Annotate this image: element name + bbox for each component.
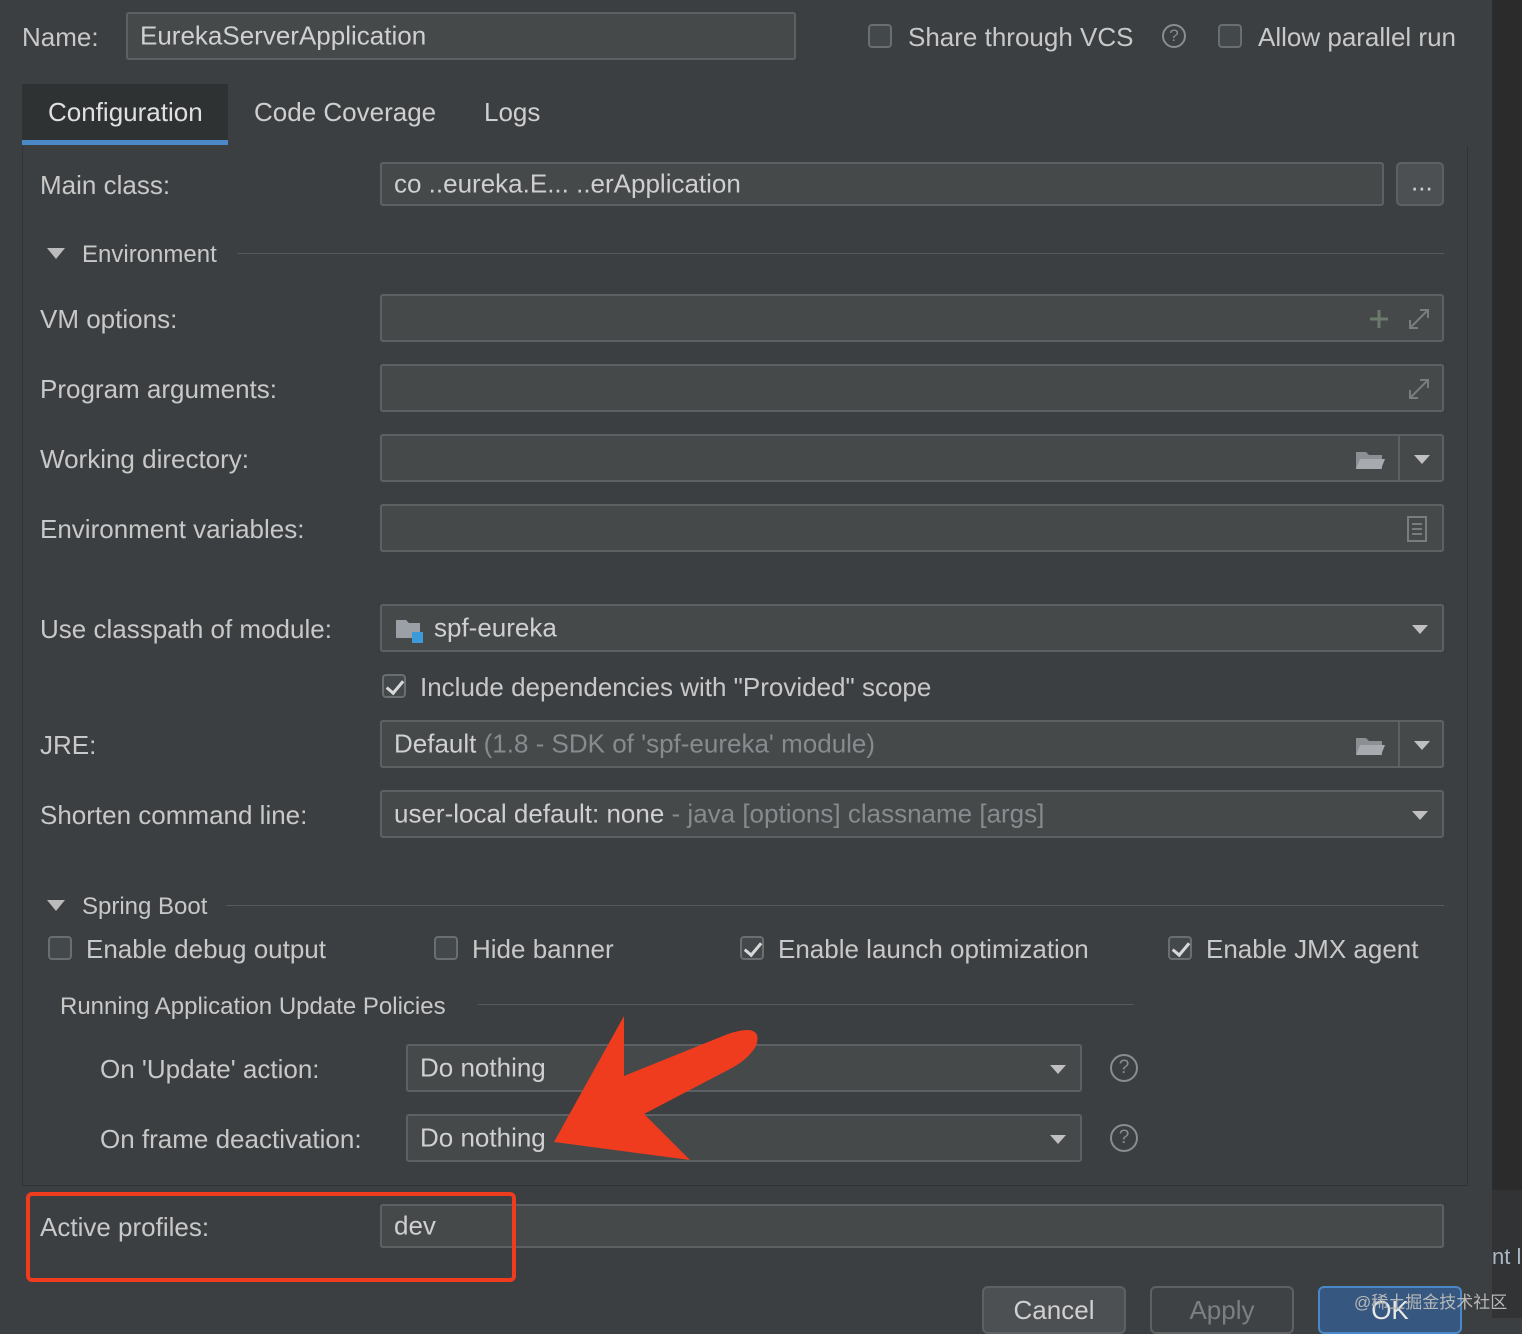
chevron-down-icon[interactable]	[1412, 625, 1428, 634]
hide-banner-label: Hide banner	[472, 934, 614, 964]
expand-icon[interactable]	[1406, 306, 1432, 332]
environment-divider	[238, 253, 1444, 254]
frame-deactivation-value: Do nothing	[420, 1122, 546, 1153]
tab-configuration-label: Configuration	[48, 97, 203, 127]
name-input-value: EurekaServerApplication	[140, 20, 427, 51]
chevron-down-icon[interactable]	[1050, 1135, 1066, 1144]
update-policies-divider	[478, 1004, 1134, 1005]
include-deps-checkbox[interactable]	[382, 674, 406, 698]
side-text: nt l	[1492, 1244, 1522, 1269]
program-args-input[interactable]	[380, 364, 1444, 412]
spring-boot-collapse-icon[interactable]	[47, 900, 65, 911]
cancel-button[interactable]: Cancel	[982, 1286, 1126, 1334]
main-class-browse-button[interactable]: ...	[1396, 162, 1444, 206]
jre-detail: (1.8 - SDK of 'spf-eureka' module)	[483, 728, 876, 759]
launch-optimization-label: Enable launch optimization	[778, 934, 1089, 964]
combo-separator	[1398, 436, 1400, 480]
tab-logs[interactable]: Logs	[458, 84, 566, 144]
env-vars-input[interactable]	[380, 504, 1444, 552]
classpath-select[interactable]: spf-eureka	[380, 604, 1444, 652]
folder-icon[interactable]	[1354, 446, 1386, 472]
working-dir-input[interactable]	[380, 434, 1444, 482]
editor-edge	[1492, 0, 1522, 1318]
annotation-highlight-box	[26, 1192, 516, 1282]
jre-select[interactable]: Default (1.8 - SDK of 'spf-eureka' modul…	[380, 720, 1444, 768]
share-vcs-label: Share through VCS	[908, 22, 1134, 52]
tab-logs-label: Logs	[484, 97, 541, 127]
name-label: Name:	[22, 22, 99, 52]
vm-options-input[interactable]	[380, 294, 1444, 342]
module-folder-icon	[396, 620, 423, 643]
shorten-detail: - java [options] classname [args]	[671, 798, 1045, 829]
shorten-select[interactable]: user-local default: none - java [options…	[380, 790, 1444, 838]
classpath-value: spf-eureka	[434, 612, 557, 643]
spring-boot-divider	[226, 905, 1444, 906]
update-action-help-icon[interactable]: ?	[1110, 1054, 1138, 1082]
jre-value: Default	[394, 728, 477, 759]
folder-icon[interactable]	[1354, 732, 1386, 758]
tab-configuration[interactable]: Configuration	[22, 84, 228, 144]
tab-code-coverage-label: Code Coverage	[254, 97, 437, 127]
main-class-label: Main class:	[40, 170, 171, 200]
shorten-label: Shorten command line:	[40, 800, 308, 830]
shorten-value: user-local default: none	[394, 798, 665, 829]
vm-options-label: VM options:	[40, 304, 178, 334]
share-vcs-help-icon[interactable]: ?	[1162, 24, 1186, 48]
chevron-down-icon[interactable]	[1050, 1065, 1066, 1074]
jmx-agent-checkbox[interactable]	[1168, 936, 1192, 960]
environment-collapse-icon[interactable]	[47, 248, 65, 259]
share-vcs-checkbox[interactable]	[868, 24, 892, 48]
chevron-down-icon[interactable]	[1414, 455, 1430, 464]
main-class-input[interactable]: co ..eureka.E... ..erApplication	[380, 162, 1384, 206]
annotation-arrow-icon	[554, 1016, 758, 1160]
launch-optimization-checkbox[interactable]	[740, 936, 764, 960]
add-icon[interactable]	[1368, 308, 1390, 330]
chevron-down-icon[interactable]	[1414, 741, 1430, 750]
environment-title: Environment	[82, 241, 217, 268]
jre-label: JRE:	[40, 730, 97, 760]
program-args-label: Program arguments:	[40, 374, 277, 404]
frame-deactivation-label: On frame deactivation:	[100, 1124, 362, 1154]
debug-output-checkbox[interactable]	[48, 936, 72, 960]
combo-separator	[1398, 722, 1400, 766]
update-policies-title: Running Application Update Policies	[60, 993, 446, 1020]
apply-button[interactable]: Apply	[1150, 1286, 1294, 1334]
debug-output-label: Enable debug output	[86, 934, 326, 964]
chevron-down-icon[interactable]	[1412, 811, 1428, 820]
include-deps-label: Include dependencies with "Provided" sco…	[420, 672, 932, 702]
jmx-agent-label: Enable JMX agent	[1206, 934, 1419, 964]
expand-icon[interactable]	[1406, 376, 1432, 402]
browse-label: ...	[1411, 166, 1433, 197]
hide-banner-checkbox[interactable]	[434, 936, 458, 960]
update-action-value: Do nothing	[420, 1052, 546, 1083]
name-input[interactable]: EurekaServerApplication	[126, 12, 796, 60]
classpath-label: Use classpath of module:	[40, 614, 332, 644]
update-action-label: On 'Update' action:	[100, 1054, 320, 1084]
main-class-value: co ..eureka.E... ..erApplication	[394, 168, 741, 199]
shorten-value-group: user-local default: none - java [options…	[394, 799, 1044, 830]
allow-parallel-checkbox[interactable]	[1218, 24, 1242, 48]
document-icon[interactable]	[1406, 515, 1428, 543]
tab-code-coverage[interactable]: Code Coverage	[228, 84, 462, 144]
active-tab-indicator	[22, 140, 228, 145]
env-vars-label: Environment variables:	[40, 514, 305, 544]
frame-deactivation-help-icon[interactable]: ?	[1110, 1124, 1138, 1152]
working-dir-label: Working directory:	[40, 444, 250, 474]
allow-parallel-label: Allow parallel run	[1258, 22, 1456, 52]
jre-value-group: Default (1.8 - SDK of 'spf-eureka' modul…	[394, 729, 875, 760]
active-profiles-input[interactable]: dev	[380, 1204, 1444, 1248]
spring-boot-title: Spring Boot	[82, 893, 208, 920]
watermark: @稀土掘金技术社区	[1354, 1293, 1508, 1312]
